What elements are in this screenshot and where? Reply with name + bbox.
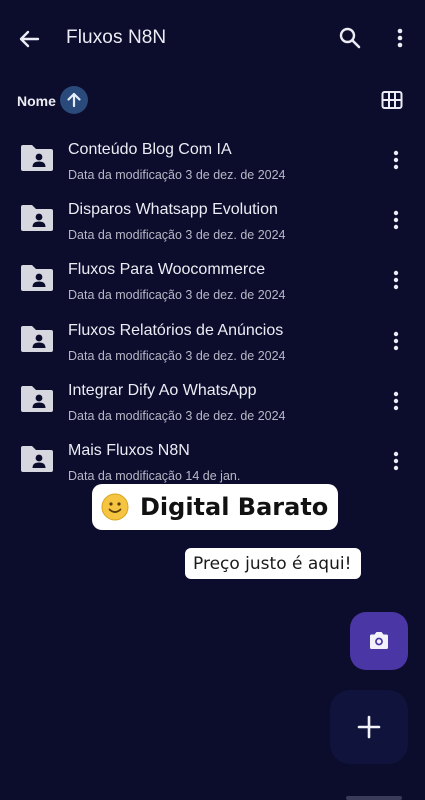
more-vert-icon[interactable] [386,329,406,353]
sort-label[interactable]: Nome [17,93,56,109]
folder-name: Conteúdo Blog Com IA [68,141,232,158]
folder-row[interactable]: Fluxos Relatórios de Anúncios Data da mo… [0,311,425,371]
shared-folder-icon [19,443,55,475]
drive-folder-screen: Fluxos N8N Nome Conteúdo Blog Com IA Dat… [0,0,425,800]
search-icon[interactable] [336,24,364,52]
top-app-bar: Fluxos N8N [0,0,425,76]
folder-name: Integrar Dify Ao WhatsApp [68,381,257,399]
plus-icon [357,715,381,739]
camera-icon [370,632,388,649]
scan-camera-button[interactable] [350,612,408,670]
folder-name: Fluxos Para Woocommerce [68,261,266,279]
folder-modified-date: Data da modificação 3 de dez. de 2024 [68,228,286,243]
folder-row[interactable]: Disparos Whatsapp Evolution Data da modi… [0,190,425,250]
folder-row[interactable]: Conteúdo Blog Com IA Data da modificação… [0,130,425,190]
folder-modified-date: Data da modificação 14 de jan. [68,468,241,483]
folder-name: Fluxos Relatórios de Anúncios [68,321,284,339]
brand-banner-text: Digital Barato [140,493,329,521]
folder-list: Conteúdo Blog Com IA Data da modificação… [0,130,425,491]
more-vert-icon[interactable] [386,148,406,172]
folder-modified-date: Data da modificação 3 de dez. de 2024 [68,288,286,303]
more-vert-icon[interactable] [388,24,412,52]
arrow-up-icon [67,92,81,108]
shared-folder-icon [19,262,55,294]
sort-direction-button[interactable] [60,86,88,114]
folder-modified-date: Data da modificação 3 de dez. de 2024 [68,408,286,423]
folder-row[interactable]: Fluxos Para Woocommerce Data da modifica… [0,250,425,310]
folder-row[interactable]: Mais Fluxos N8N Data da modificação 14 d… [0,431,425,491]
shared-folder-icon [19,383,55,415]
shared-folder-icon [19,202,55,234]
folder-row[interactable]: Integrar Dify Ao WhatsApp Data da modifi… [0,371,425,431]
shared-folder-icon [19,323,55,355]
folder-modified-date: Data da modificação 3 de dez. de 2024 [68,168,286,182]
more-vert-icon[interactable] [386,268,406,292]
add-new-button[interactable] [330,690,408,764]
arrow-left-icon[interactable] [14,24,44,54]
sort-bar: Nome [0,84,425,118]
folder-modified-date: Data da modificação 3 de dez. de 2024 [68,348,286,363]
tagline-label: Preço justo é aqui! [185,548,361,579]
grid-view-icon[interactable] [381,90,403,110]
tagline-text: Preço justo é aqui! [193,554,352,574]
more-vert-icon[interactable] [386,449,406,473]
smiley-icon [101,493,129,521]
page-title: Fluxos N8N [66,27,167,48]
folder-name: Mais Fluxos N8N [68,441,190,459]
more-vert-icon[interactable] [386,389,406,413]
more-vert-icon[interactable] [386,208,406,232]
bottom-edge-hint [346,796,402,800]
folder-name: Disparos Whatsapp Evolution [68,201,278,219]
shared-folder-icon [19,142,55,174]
brand-banner: Digital Barato [92,484,338,530]
